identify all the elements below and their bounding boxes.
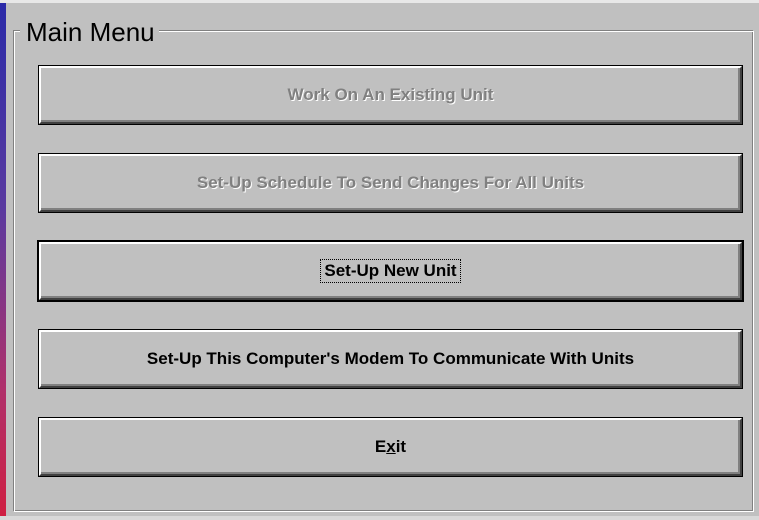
window-left-edge [0, 0, 6, 520]
exit-button[interactable]: Exit [38, 417, 743, 477]
exit-label: Exit [374, 437, 407, 456]
setup-new-unit-label: Set-Up New Unit [320, 259, 461, 283]
setup-modem-label: Set-Up This Computer's Modem To Communic… [146, 349, 635, 368]
mnemonic-letter: x [386, 437, 396, 456]
main-menu-title: Main Menu [20, 18, 159, 46]
window-top-edge [0, 0, 759, 3]
work-on-existing-unit-button[interactable]: Work On An Existing Unit [38, 65, 743, 125]
window-bottom-edge [0, 516, 759, 520]
setup-modem-button[interactable]: Set-Up This Computer's Modem To Communic… [38, 329, 743, 389]
work-on-existing-unit-label: Work On An Existing Unit [287, 85, 494, 104]
setup-new-unit-button[interactable]: Set-Up New Unit [37, 240, 744, 302]
setup-schedule-label: Set-Up Schedule To Send Changes For All … [196, 173, 585, 192]
setup-schedule-button[interactable]: Set-Up Schedule To Send Changes For All … [38, 153, 743, 213]
